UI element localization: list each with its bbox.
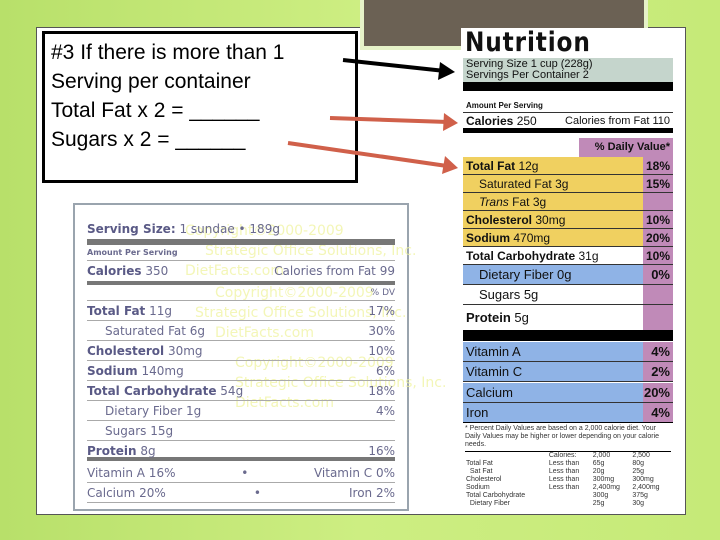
red-arrow-calories xyxy=(329,116,449,124)
red-arrow-total-fat xyxy=(287,141,448,168)
arrow-head xyxy=(442,156,458,174)
arrows xyxy=(287,58,458,174)
arrow-head xyxy=(438,62,455,80)
black-arrow xyxy=(342,58,446,73)
arrow-head xyxy=(443,113,458,131)
